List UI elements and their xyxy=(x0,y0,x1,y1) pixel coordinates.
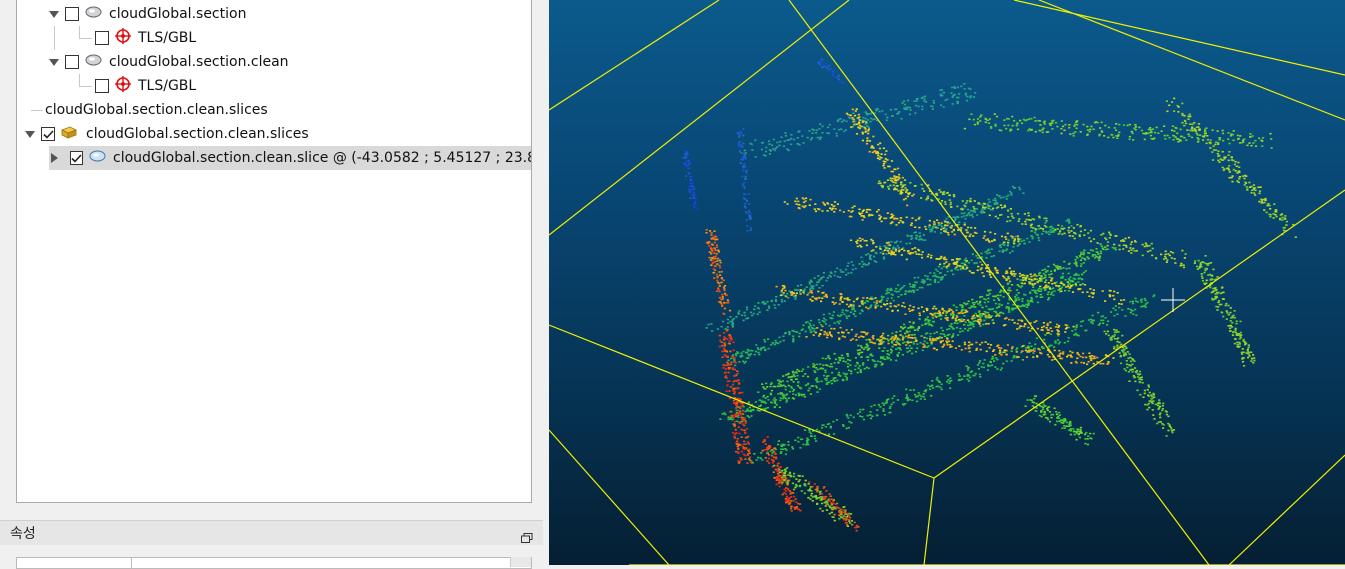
properties-title: 속성 xyxy=(0,523,36,543)
properties-table[interactable] xyxy=(16,557,532,569)
expand-arrow-icon[interactable] xyxy=(51,153,58,163)
tree-item-label: cloudGlobal.section.clean xyxy=(109,54,289,70)
panel-splitter[interactable] xyxy=(0,502,547,520)
visibility-checkbox[interactable] xyxy=(95,79,109,93)
expand-arrow-icon[interactable] xyxy=(25,131,35,138)
sensor-icon xyxy=(115,28,131,48)
bounding-box xyxy=(549,0,1345,565)
db-tree[interactable]: cloudGlobal.section TLS/GBL cloudGlobal.… xyxy=(16,0,532,503)
tree-item-drag-ghost: cloudGlobal.section.clean.slices xyxy=(45,98,268,122)
tree-guide xyxy=(79,74,92,87)
visibility-checkbox[interactable] xyxy=(70,151,83,165)
point-cloud-icon xyxy=(85,6,102,22)
tree-item-sensor[interactable]: TLS/GBL xyxy=(95,74,196,98)
sensor-icon xyxy=(115,76,131,96)
tree-item-label: TLS/GBL xyxy=(138,78,196,94)
tree-guide xyxy=(54,26,55,50)
properties-dock-header: 속성 xyxy=(0,520,543,545)
expand-arrow-icon[interactable] xyxy=(49,11,59,18)
tree-item-label: cloudGlobal.section.clean.slices xyxy=(86,126,309,142)
tree-item-slice[interactable]: cloudGlobal.section.clean.slice @ (-43.0… xyxy=(49,146,531,170)
tree-item-slices-group[interactable]: cloudGlobal.section.clean.slices xyxy=(25,122,309,146)
visibility-checkbox[interactable] xyxy=(65,55,79,69)
tree-guide xyxy=(31,110,43,111)
point-cloud-canvas[interactable] xyxy=(549,0,1345,565)
point-cloud-icon xyxy=(85,54,102,70)
tree-item-cloud-section-clean[interactable]: cloudGlobal.section.clean xyxy=(49,50,289,74)
visibility-checkbox[interactable] xyxy=(65,7,79,21)
tree-item-sensor[interactable]: TLS/GBL xyxy=(95,26,196,50)
tree-item-label: cloudGlobal.section xyxy=(109,6,246,22)
properties-scrollbar[interactable] xyxy=(510,557,531,567)
folder-group-icon xyxy=(61,125,77,143)
tree-guide xyxy=(79,26,92,39)
point-cloud xyxy=(682,58,1297,531)
float-window-icon[interactable] xyxy=(521,528,533,538)
tree-item-cloud-section[interactable]: cloudGlobal.section xyxy=(49,2,246,26)
visibility-checkbox[interactable] xyxy=(41,127,55,141)
tree-item-label: cloudGlobal.section.clean.slice @ (-43.0… xyxy=(113,150,532,166)
visibility-checkbox[interactable] xyxy=(95,31,109,45)
tree-item-label: cloudGlobal.section.clean.slices xyxy=(45,102,268,118)
tree-item-label: TLS/GBL xyxy=(138,30,196,46)
column-divider xyxy=(131,558,132,568)
point-cloud-icon xyxy=(89,150,106,166)
3d-viewer[interactable] xyxy=(549,0,1345,565)
crosshair-icon xyxy=(1161,288,1185,312)
expand-arrow-icon[interactable] xyxy=(49,59,59,66)
left-panel: cloudGlobal.section TLS/GBL cloudGlobal.… xyxy=(0,0,547,565)
